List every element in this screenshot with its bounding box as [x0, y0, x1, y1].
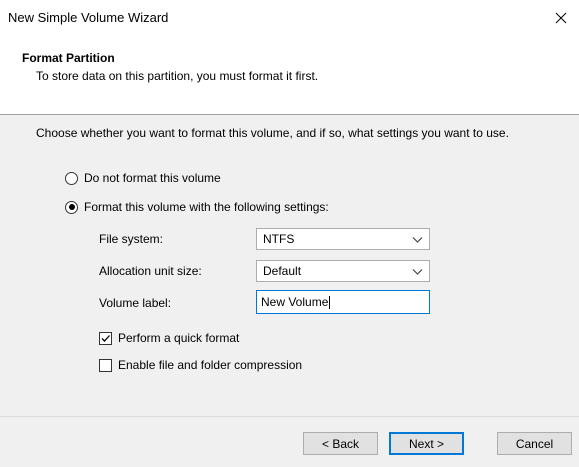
file-system-label: File system:	[99, 232, 164, 246]
radio-button[interactable]	[65, 200, 78, 214]
page-title: Format Partition	[22, 51, 115, 65]
checkmark-icon	[101, 334, 110, 342]
file-system-value: NTFS	[263, 232, 295, 246]
volume-label-input[interactable]: New Volume	[256, 290, 430, 314]
volume-label-value: New Volume	[261, 295, 329, 309]
volume-label-label: Volume label:	[99, 296, 172, 310]
allocation-unit-dropdown[interactable]: Default	[256, 260, 430, 282]
title-bar: New Simple Volume Wizard	[0, 0, 579, 36]
quick-format-checkbox[interactable]	[99, 331, 112, 345]
close-icon	[555, 12, 567, 24]
window-title: New Simple Volume Wizard	[8, 10, 169, 25]
allocation-unit-value: Default	[263, 264, 302, 278]
chevron-down-icon	[412, 269, 423, 275]
header-panel: Format Partition To store data on this p…	[0, 36, 579, 115]
radio-format-volume[interactable]: Format this volume with the following se…	[65, 200, 329, 214]
checkbox-label: Perform a quick format	[118, 331, 240, 345]
compression-checkbox-row[interactable]: Enable file and folder compression	[99, 358, 302, 372]
cancel-button[interactable]: Cancel	[497, 432, 572, 455]
wizard-window: New Simple Volume Wizard Format Partitio…	[0, 0, 579, 467]
checkbox-label: Enable file and folder compression	[118, 358, 303, 372]
text-caret	[329, 295, 331, 309]
radio-do-not-format[interactable]: Do not format this volume	[65, 171, 221, 185]
quick-format-checkbox-row[interactable]: Perform a quick format	[99, 331, 239, 345]
compression-checkbox[interactable]	[99, 358, 112, 372]
radio-label: Do not format this volume	[84, 171, 221, 185]
instructions-text: Choose whether you want to format this v…	[36, 126, 509, 140]
close-button[interactable]	[543, 0, 579, 36]
back-button[interactable]: < Back	[303, 432, 378, 455]
page-subtitle: To store data on this partition, you mus…	[36, 69, 319, 83]
file-system-dropdown[interactable]: NTFS	[256, 228, 430, 250]
radio-button[interactable]	[65, 171, 78, 185]
chevron-down-icon	[412, 237, 423, 243]
allocation-unit-label: Allocation unit size:	[99, 264, 202, 278]
footer-divider	[0, 416, 579, 417]
next-button[interactable]: Next >	[389, 432, 464, 455]
radio-label: Format this volume with the following se…	[84, 200, 329, 214]
